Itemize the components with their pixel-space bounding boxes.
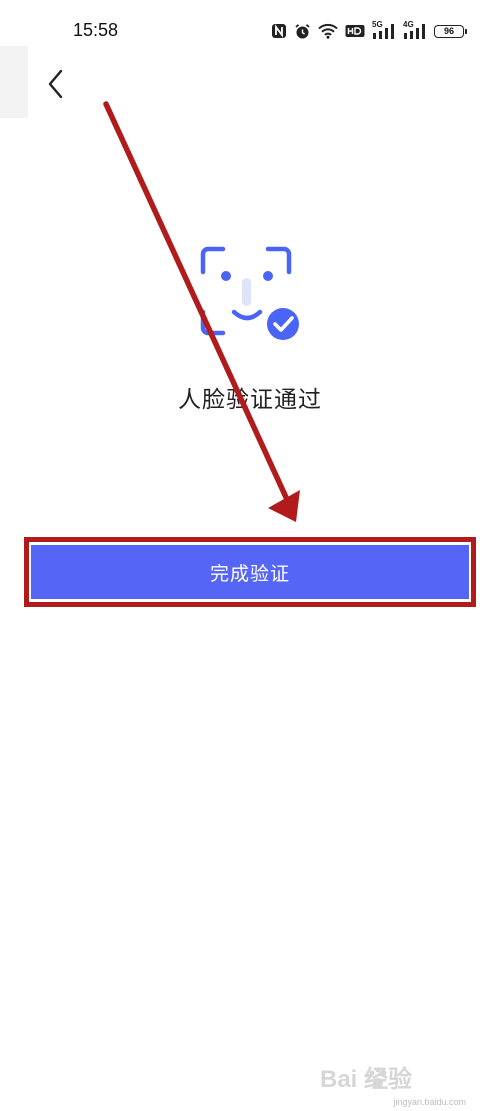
nfc-icon: [271, 23, 287, 39]
watermark-url: jingyan.baidu.com: [393, 1097, 466, 1107]
wifi-icon: [318, 23, 338, 39]
back-button[interactable]: [36, 62, 76, 106]
complete-verification-button[interactable]: 完成验证: [31, 545, 469, 599]
verification-result-text: 人脸验证通过: [178, 387, 322, 413]
status-time: 15:58: [73, 20, 119, 40]
signal-5g-icon: 5G: [372, 20, 396, 41]
face-verification-screen: 15:58 5G 4G 96 人脸验证通过 完成验证 Bai 经验 jingya…: [0, 0, 500, 1111]
status-bar: 15:58 5G 4G 96: [0, 0, 500, 62]
left-edge-panel: [0, 46, 28, 118]
chevron-left-icon: [48, 69, 63, 99]
status-icons: 5G 4G 96: [271, 20, 467, 42]
alarm-icon: [294, 23, 311, 40]
battery-icon: 96: [434, 24, 467, 38]
signal-4g-icon: 4G: [403, 20, 427, 41]
face-scan-check-icon: [197, 244, 301, 344]
svg-text:Bai 经验: Bai 经验: [320, 1065, 412, 1093]
baidu-jingyan-watermark: Bai 经验: [320, 1061, 480, 1097]
hd-icon: [345, 24, 365, 38]
